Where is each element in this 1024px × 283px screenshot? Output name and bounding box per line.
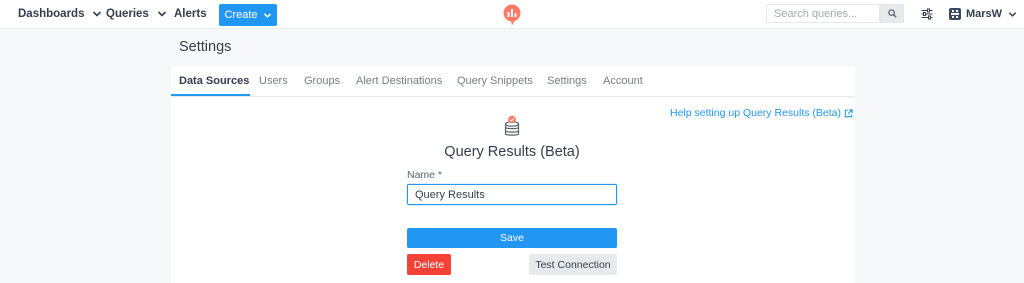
search-button[interactable]: [880, 4, 904, 23]
settings-tabs: Data Sources Users Groups Alert Destinat…: [171, 66, 855, 97]
nav-dashboards-label: Dashboards: [18, 8, 85, 20]
data-source-type-title: Query Results (Beta): [444, 144, 580, 160]
tab-settings[interactable]: Settings: [547, 75, 587, 87]
tab-groups[interactable]: Groups: [304, 75, 340, 87]
create-button[interactable]: Create: [219, 4, 277, 26]
search-icon: [887, 9, 897, 18]
user-name: MarsW: [966, 8, 1003, 20]
create-button-label: Create: [224, 9, 258, 21]
external-link-icon: [844, 108, 853, 117]
database-icon: [504, 115, 520, 136]
avatar-icon: [949, 8, 961, 20]
tab-query-snippets[interactable]: Query Snippets: [457, 75, 533, 87]
nav-queries-label: Queries: [106, 8, 149, 20]
name-field-label: Name *: [407, 169, 443, 181]
tab-account[interactable]: Account: [603, 75, 643, 87]
chevron-down-icon: [263, 12, 271, 18]
chevron-down-icon: [93, 11, 102, 17]
tab-alert-destinations[interactable]: Alert Destinations: [356, 75, 442, 87]
redash-logo-icon[interactable]: [502, 4, 522, 26]
help-link[interactable]: Help setting up Query Results (Beta): [670, 107, 853, 119]
tab-users[interactable]: Users: [259, 75, 288, 87]
chevron-down-icon: [1008, 11, 1017, 17]
page-title: Settings: [179, 39, 232, 55]
help-link-label: Help setting up Query Results (Beta): [670, 107, 841, 119]
nav-queries[interactable]: Queries: [106, 7, 167, 21]
sliders-icon[interactable]: [921, 8, 933, 20]
save-button[interactable]: Save: [407, 228, 617, 248]
nav-alerts[interactable]: Alerts: [174, 7, 207, 21]
nav-dashboards[interactable]: Dashboards: [18, 7, 102, 21]
top-navbar: Dashboards Queries Alerts Create Search …: [0, 0, 1024, 29]
search-input[interactable]: Search queries...: [766, 4, 880, 23]
nav-alerts-label: Alerts: [174, 8, 207, 20]
delete-button[interactable]: Delete: [407, 254, 451, 275]
active-tab-indicator: [171, 94, 250, 96]
chevron-down-icon: [157, 11, 166, 17]
test-connection-button[interactable]: Test Connection: [529, 254, 617, 275]
name-field[interactable]: [407, 184, 617, 205]
user-menu[interactable]: MarsW: [949, 8, 1017, 20]
tab-data-sources[interactable]: Data Sources: [179, 75, 249, 87]
